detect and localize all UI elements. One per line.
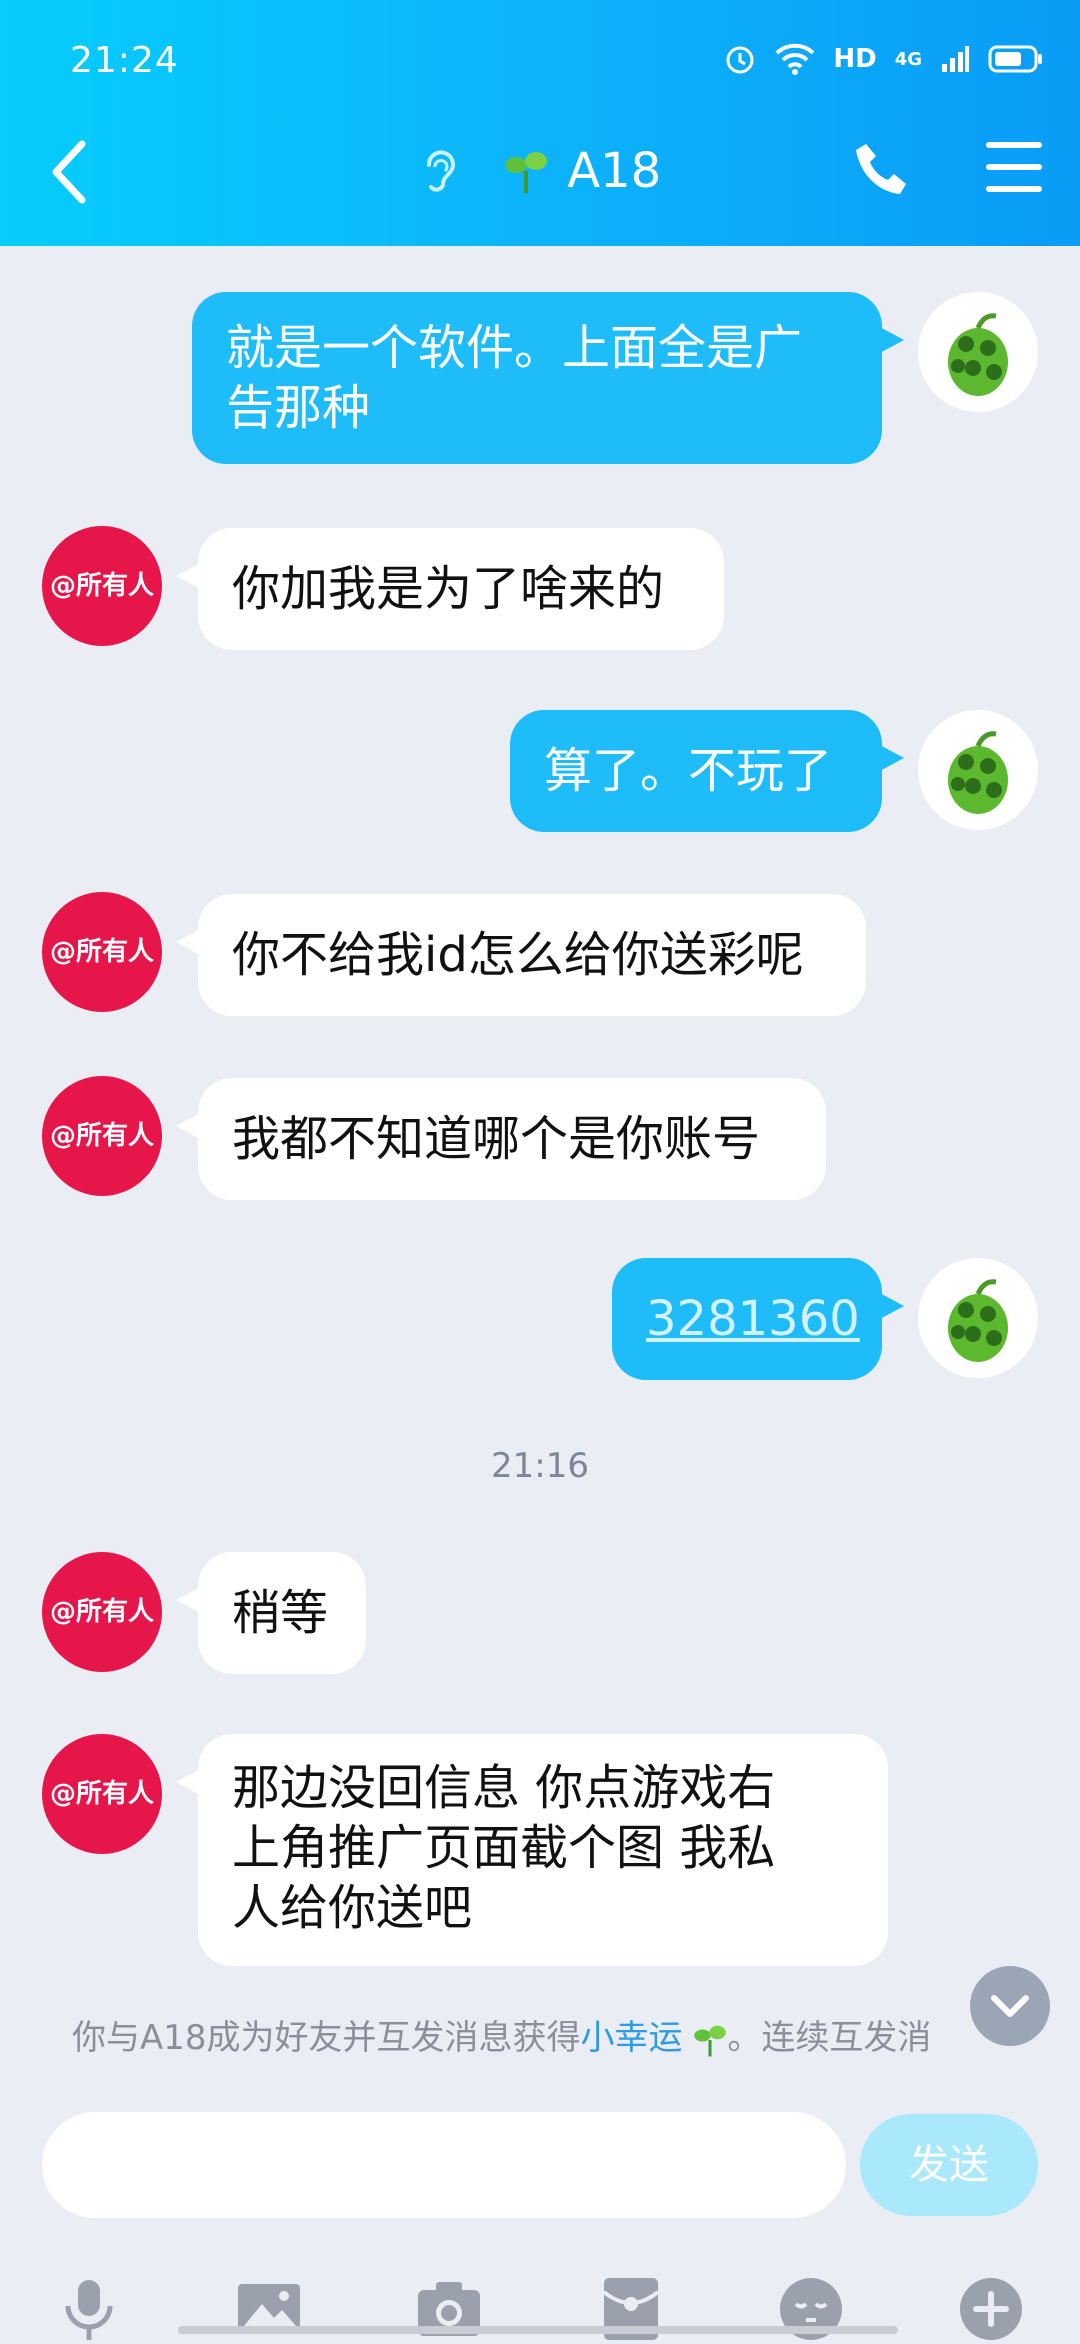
chevron-down-icon [991,1995,1029,2017]
message-bubble-outgoing[interactable]: 就是一个软件。上面全是广 告那种 [192,292,904,464]
message-text: 算了。不玩了 [544,743,833,799]
ear-icon [426,150,455,192]
message-text-line: 那边没回信息 你点游戏右 [232,1760,776,1816]
friend-notice: 你与A18成为好友并互发消息获得小幸运 。连续互发消 [72,2012,1012,2080]
peashooter-avatar-icon [918,710,1038,830]
message-bubble-incoming[interactable]: 我都不知道哪个是你账号 [176,1078,826,1200]
message-input[interactable] [42,2112,846,2218]
peashooter-avatar-icon [918,1258,1038,1378]
message-timestamp: 21:16 [491,1446,589,1486]
message-text-line: 就是一个软件。上面全是广 [226,320,803,376]
notice-suffix: 。连续互发消 [727,2018,932,2058]
message-bubble-outgoing[interactable]: 3281360 [612,1258,904,1380]
chat-title-text: A18 [567,143,662,199]
phone-call-button[interactable] [852,140,912,200]
peashooter-avatar-icon [918,292,1038,412]
signal-icon [942,46,969,72]
message-bubble-incoming[interactable]: 你不给我id怎么给你送彩呢 [176,894,866,1016]
message-bubble-incoming[interactable]: 你加我是为了啥来的 [176,528,724,650]
contact-avatar[interactable]: @所有人 [42,1734,162,1854]
message-bubble-outgoing[interactable]: 算了。不玩了 [510,710,904,832]
message-bubble-incoming[interactable]: 稍等 [176,1552,366,1674]
chat-title: A18 [0,140,1080,199]
status-time: 21:24 [70,40,179,81]
contact-avatar[interactable]: @所有人 [42,526,162,646]
input-area: 发送 [0,2084,1080,2340]
message-text-line: 告那种 [226,380,371,436]
message-text-line: 人给你送吧 [232,1880,473,1936]
send-button[interactable]: 发送 [860,2114,1038,2216]
self-avatar[interactable] [918,292,1038,412]
plus-icon[interactable] [956,2274,1026,2344]
contact-avatar[interactable]: @所有人 [42,1076,162,1196]
sprout-icon [694,2025,727,2056]
scroll-to-bottom-button[interactable] [970,1966,1050,2046]
message-text-line: 上角推广页面截个图 我私 [232,1820,776,1876]
self-avatar[interactable] [918,710,1038,830]
battery-icon [988,45,1042,73]
message-text: 我都不知道哪个是你账号 [232,1111,761,1167]
contact-avatar[interactable]: @所有人 [42,892,162,1012]
sprout-icon [505,152,548,193]
chat-header: 21:24 HD 4G A18 [0,0,1080,246]
wifi-icon [775,43,815,75]
network-type-label: 4G [894,48,922,70]
message-text: 你加我是为了啥来的 [232,561,665,617]
menu-button[interactable] [986,142,1042,194]
hd-label: HD [833,44,877,74]
home-indicator[interactable] [178,2326,898,2334]
status-icons: HD 4G [723,42,1044,76]
alarm-icon [726,46,754,74]
message-text: 你不给我id怎么给你送彩呢 [232,927,804,983]
contact-avatar[interactable]: @所有人 [42,1552,162,1672]
mic-icon[interactable] [54,2274,124,2344]
notice-prefix: 你与A18成为好友并互发消息获得 [72,2018,581,2058]
lucky-link[interactable]: 小幸运 [581,2018,683,2058]
phone-number-link[interactable]: 3281360 [646,1291,860,1347]
message-bubble-incoming[interactable]: 那边没回信息 你点游戏右 上角推广页面截个图 我私 人给你送吧 [176,1734,888,1966]
self-avatar[interactable] [918,1258,1038,1378]
message-text: 稍等 [232,1585,329,1641]
